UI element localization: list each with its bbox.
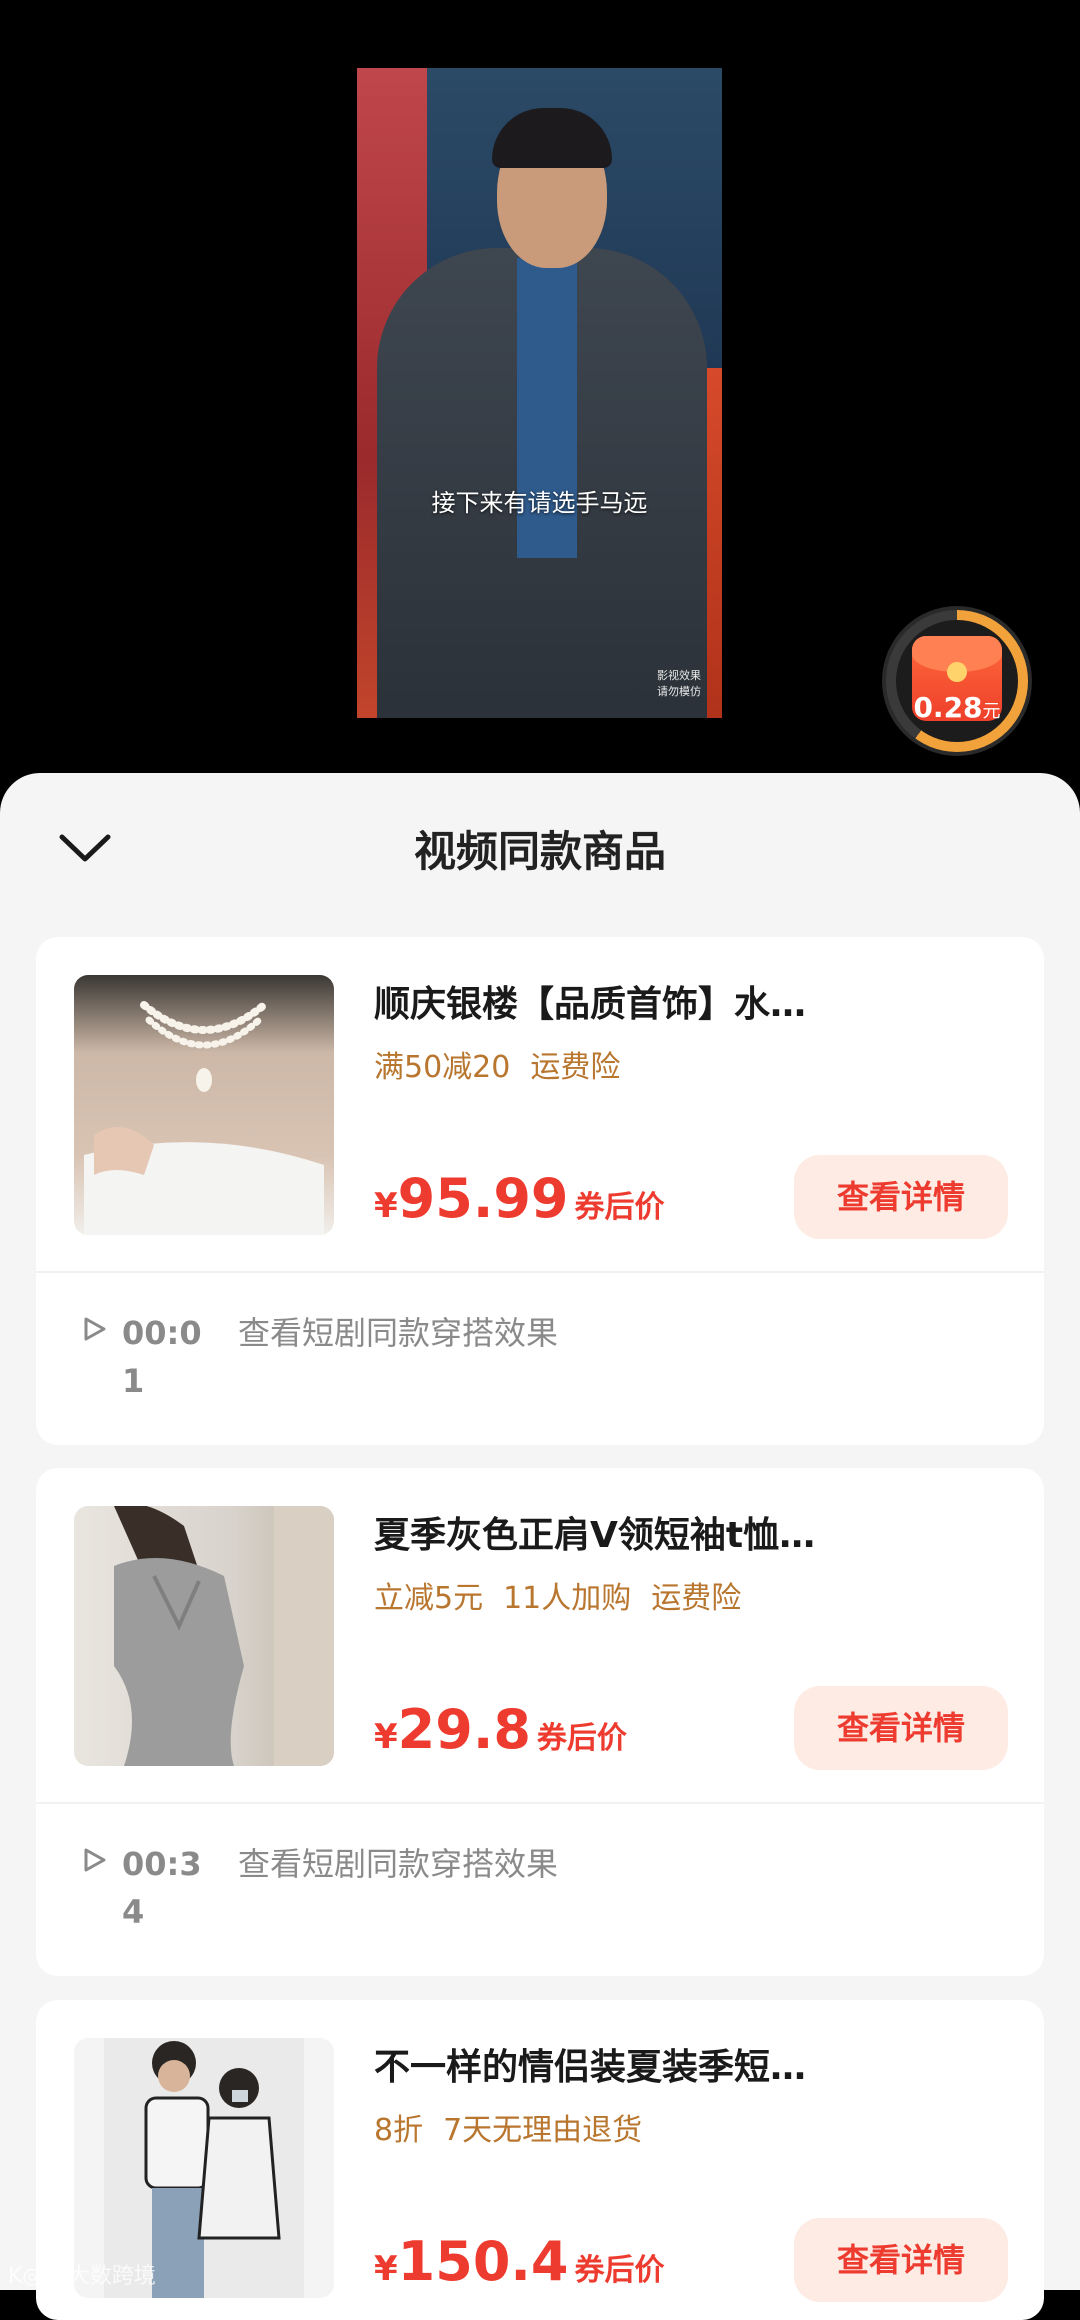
product-tags: 满50减20 运费险: [374, 1042, 640, 1086]
red-packet-amount: 0.28元: [913, 691, 1001, 724]
red-packet-reward[interactable]: 0.28元: [882, 606, 1032, 756]
price-suffix: 券后价: [574, 1190, 665, 1225]
video-player[interactable]: 接下来有请选手马远 影视效果 请勿模仿: [357, 68, 722, 718]
product-tags: 立减5元 11人加购 运费险: [374, 1573, 761, 1617]
product-title[interactable]: 顺庆银楼【品质首饰】水…: [374, 975, 894, 1027]
site-watermark: K◎◎ 大数跨境: [8, 2264, 156, 2289]
view-details-button[interactable]: 查看详情: [794, 1686, 1008, 1770]
video-timestamp: 00:01: [122, 1314, 202, 1400]
price-symbol: ¥: [374, 1717, 398, 1757]
product-tag: 运费险: [530, 1050, 621, 1085]
video-disclaimer: 影视效果 请勿模仿: [657, 668, 701, 700]
outfit-video-label: 查看短剧同款穿搭效果: [238, 1314, 559, 1352]
sheet-title: 视频同款商品: [413, 827, 666, 876]
play-icon: [84, 1317, 106, 1341]
video-person-hair: [492, 108, 612, 168]
video-disclaimer-line1: 影视效果: [657, 669, 701, 682]
product-image-necklace[interactable]: [74, 975, 334, 1235]
price-value: 150.4: [397, 2230, 569, 2293]
product-card[interactable]: 顺庆银楼【品质首饰】水… 满50减20 运费险 ¥95.99 券后价 查看详情 00…: [36, 937, 1044, 1445]
price-value: 29.8: [397, 1698, 531, 1761]
sheet-header: 视频同款商品: [0, 773, 1080, 921]
play-icon: [84, 1848, 106, 1872]
product-tag: 运费险: [651, 1581, 742, 1616]
product-price: ¥95.99 券后价: [374, 1167, 664, 1230]
product-tag: 7天无理由退货: [443, 2113, 643, 2148]
product-card[interactable]: 不一样的情侣装夏装季短… 8折 7天无理由退货 ¥150.4 券后价 查看详情: [36, 2000, 1044, 2320]
video-timestamp: 00:34: [122, 1845, 202, 1931]
product-card[interactable]: 夏季灰色正肩V领短袖t恤… 立减5元 11人加购 运费险 ¥29.8 券后价 查看详情…: [36, 1468, 1044, 1976]
product-tags: 8折 7天无理由退货: [374, 2105, 662, 2149]
divider: [36, 1271, 1044, 1273]
product-tag: 11人加购: [503, 1581, 632, 1616]
product-image-tshirt[interactable]: [74, 1506, 334, 1766]
product-tag: 立减5元: [374, 1581, 484, 1616]
divider: [36, 1802, 1044, 1804]
product-title[interactable]: 夏季灰色正肩V领短袖t恤…: [374, 1506, 894, 1558]
price-symbol: ¥: [374, 1186, 398, 1226]
price-symbol: ¥: [374, 2249, 398, 2289]
product-title[interactable]: 不一样的情侣装夏装季短…: [374, 2038, 894, 2090]
video-subtitle: 接下来有请选手马远: [431, 489, 648, 517]
tshirt-photo: [114, 1506, 334, 1766]
product-tag: 满50减20: [374, 1050, 511, 1085]
price-suffix: 券后价: [574, 2253, 665, 2288]
view-details-button[interactable]: 查看详情: [794, 2218, 1008, 2302]
video-disclaimer-line2: 请勿模仿: [657, 685, 701, 698]
price-value: 95.99: [397, 1167, 569, 1230]
product-tag: 8折: [374, 2113, 424, 2148]
necklace-photo: [84, 1001, 324, 1235]
view-details-button[interactable]: 查看详情: [794, 1155, 1008, 1239]
outfit-video-label: 查看短剧同款穿搭效果: [238, 1845, 559, 1883]
price-suffix: 券后价: [536, 1721, 627, 1756]
product-price: ¥29.8 券后价: [374, 1698, 627, 1761]
product-price: ¥150.4 券后价: [374, 2230, 664, 2293]
